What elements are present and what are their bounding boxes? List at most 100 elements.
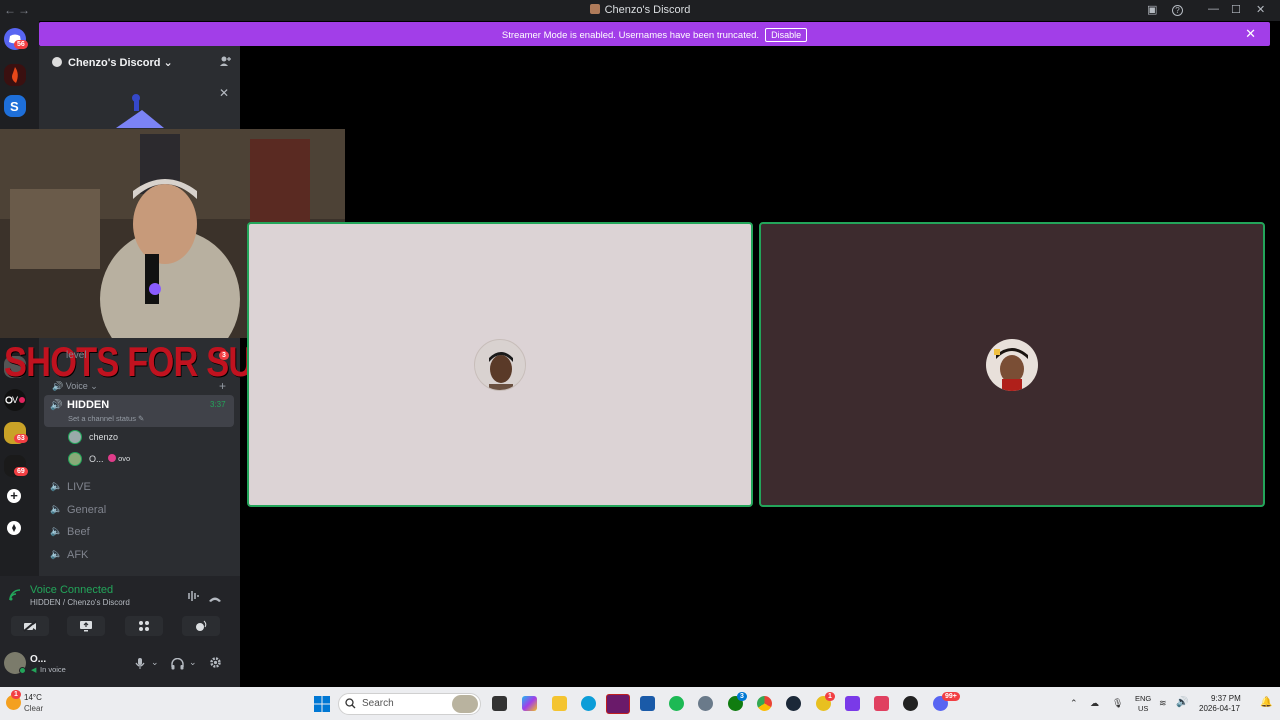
screen-share-button[interactable]: [67, 616, 105, 636]
language-indicator[interactable]: ENG: [1135, 694, 1151, 703]
help-icon[interactable]: ?: [1172, 5, 1183, 16]
video-tile-user2[interactable]: [759, 222, 1265, 507]
network-off-icon[interactable]: ☁: [1090, 698, 1099, 709]
chevron-down-icon[interactable]: ⌄: [189, 657, 197, 668]
task-view-icon[interactable]: [492, 696, 507, 711]
channel-hidden-name: HIDDEN: [67, 399, 110, 411]
svg-text:S: S: [10, 99, 19, 114]
server-icon: [589, 4, 600, 14]
voice-category-text: Voice: [65, 381, 88, 391]
home-discord-icon[interactable]: 56: [4, 28, 28, 50]
clock-date[interactable]: 2026-04-17: [1199, 704, 1240, 713]
speaker-icon: 🔈: [50, 549, 63, 560]
promo-illustration: [116, 94, 164, 128]
volume-icon[interactable]: 🔊: [1176, 697, 1188, 708]
discover-compass-icon[interactable]: [7, 521, 21, 535]
speaker-icon: 🔈: [50, 526, 63, 537]
server-icon-s[interactable]: S: [4, 95, 26, 117]
keyboard-layout[interactable]: US: [1138, 704, 1148, 713]
notification-bell-icon[interactable]: 🔔: [1260, 697, 1272, 708]
disable-streamer-button[interactable]: Disable: [765, 28, 808, 42]
voice-user-o[interactable]: O...: [89, 454, 104, 464]
close-banner-icon[interactable]: ✕: [1245, 26, 1256, 42]
weather-temp: 14°C: [24, 693, 42, 702]
channel-level-partial[interactable]: level: [66, 350, 87, 361]
online-status-dot: [19, 667, 26, 674]
weather-desc: Clear: [24, 704, 44, 713]
maximize-button[interactable]: ☐: [1231, 3, 1241, 16]
edge-browser-icon[interactable]: [581, 696, 596, 711]
server-icon-phantoms[interactable]: 69: [4, 455, 28, 477]
speaker-icon: 🔊: [50, 400, 63, 411]
window-title-text: Chenzo's Discord: [604, 4, 691, 16]
channel-status-prompt[interactable]: Set a channel status ✎: [68, 414, 144, 423]
search-icon: [345, 698, 356, 712]
steam-icon[interactable]: [786, 696, 801, 711]
chevron-down-icon[interactable]: ⌄: [151, 657, 159, 668]
server-icon-yellow[interactable]: 63: [4, 422, 28, 444]
camera-off-button[interactable]: [11, 616, 49, 636]
channel-general[interactable]: General: [67, 504, 106, 516]
weather-alert-badge: 1: [11, 690, 21, 699]
windows-start-icon[interactable]: [314, 696, 330, 712]
clan-tag-icon: [108, 454, 116, 462]
gear-icon[interactable]: [209, 656, 222, 674]
avatar: [68, 452, 82, 466]
search-highlight-icon: [452, 695, 478, 713]
chrome-icon[interactable]: [757, 696, 772, 711]
inbox-icon[interactable]: ▣: [1147, 3, 1157, 16]
banner-text: Streamer Mode is enabled. Usernames have…: [501, 30, 760, 41]
server-icon-ovo[interactable]: V: [4, 389, 26, 411]
snipping-tool-icon[interactable]: [874, 696, 889, 711]
spotify-icon[interactable]: [669, 696, 684, 711]
avatar: [986, 338, 1038, 391]
headphones-icon[interactable]: [171, 657, 184, 675]
channel-live[interactable]: LIVE: [67, 481, 91, 493]
activities-button[interactable]: [125, 616, 163, 636]
avatar: [68, 430, 82, 444]
microphone-tray-icon[interactable]: 🎙: [1112, 698, 1123, 709]
microphone-icon[interactable]: [135, 657, 145, 675]
video-tile-user1[interactable]: [247, 222, 753, 507]
obs-icon[interactable]: [903, 696, 918, 711]
disconnect-icon[interactable]: [208, 591, 222, 609]
voice-user-chenzo[interactable]: chenzo: [89, 432, 118, 442]
voice-connected-subtitle[interactable]: HIDDEN / Chenzo's Discord: [30, 598, 130, 607]
signal-icon[interactable]: [9, 589, 21, 604]
soundboard-button[interactable]: [182, 616, 220, 636]
file-explorer-icon[interactable]: [552, 696, 567, 711]
discord-badge: 99+: [942, 692, 960, 701]
speaker-icon: 🔈: [50, 481, 63, 492]
chevron-down-icon: ⌄: [163, 57, 173, 69]
app-badge: 1: [825, 692, 835, 701]
tray-chevron-up-icon[interactable]: ⌃: [1070, 698, 1078, 709]
next-app-icon[interactable]: [606, 694, 630, 714]
server-small-icon: [52, 57, 62, 67]
app-icon-grid[interactable]: [845, 696, 860, 711]
banner-message: Streamer Mode is enabled. Usernames have…: [39, 28, 1270, 42]
wifi-icon[interactable]: ≋: [1159, 698, 1167, 709]
search-placeholder: Search: [362, 698, 394, 709]
minimize-button[interactable]: —: [1208, 3, 1219, 15]
home-badge: 56: [14, 40, 28, 49]
settings-gear-icon[interactable]: [698, 696, 713, 711]
server-icon-flame[interactable]: [4, 64, 26, 86]
title-bar: ← → Chenzo's Discord ▣ ? — ☐ ✕: [0, 0, 1280, 21]
close-promo-icon[interactable]: ✕: [219, 86, 229, 100]
channel-beef[interactable]: Beef: [67, 526, 90, 538]
copilot-icon[interactable]: [522, 696, 537, 711]
close-window-button[interactable]: ✕: [1256, 3, 1265, 16]
voice-category-label[interactable]: 🔊 Voice ⌄: [52, 381, 98, 392]
clock-time[interactable]: 9:37 PM: [1211, 694, 1241, 703]
user-status: In voice: [40, 665, 66, 674]
noise-suppression-icon[interactable]: [185, 590, 199, 605]
remote-desktop-icon[interactable]: [640, 696, 655, 711]
channel-status-text: Set a channel status: [68, 414, 136, 423]
channel-afk[interactable]: AFK: [67, 549, 88, 561]
add-channel-icon[interactable]: +: [219, 379, 226, 393]
add-server-icon[interactable]: +: [7, 489, 21, 503]
person-add-icon[interactable]: [219, 55, 231, 70]
user-name[interactable]: O...: [30, 654, 46, 665]
server-name-header[interactable]: Chenzo's Discord ⌄: [68, 56, 173, 69]
channel-timer: 3:37: [210, 400, 226, 409]
